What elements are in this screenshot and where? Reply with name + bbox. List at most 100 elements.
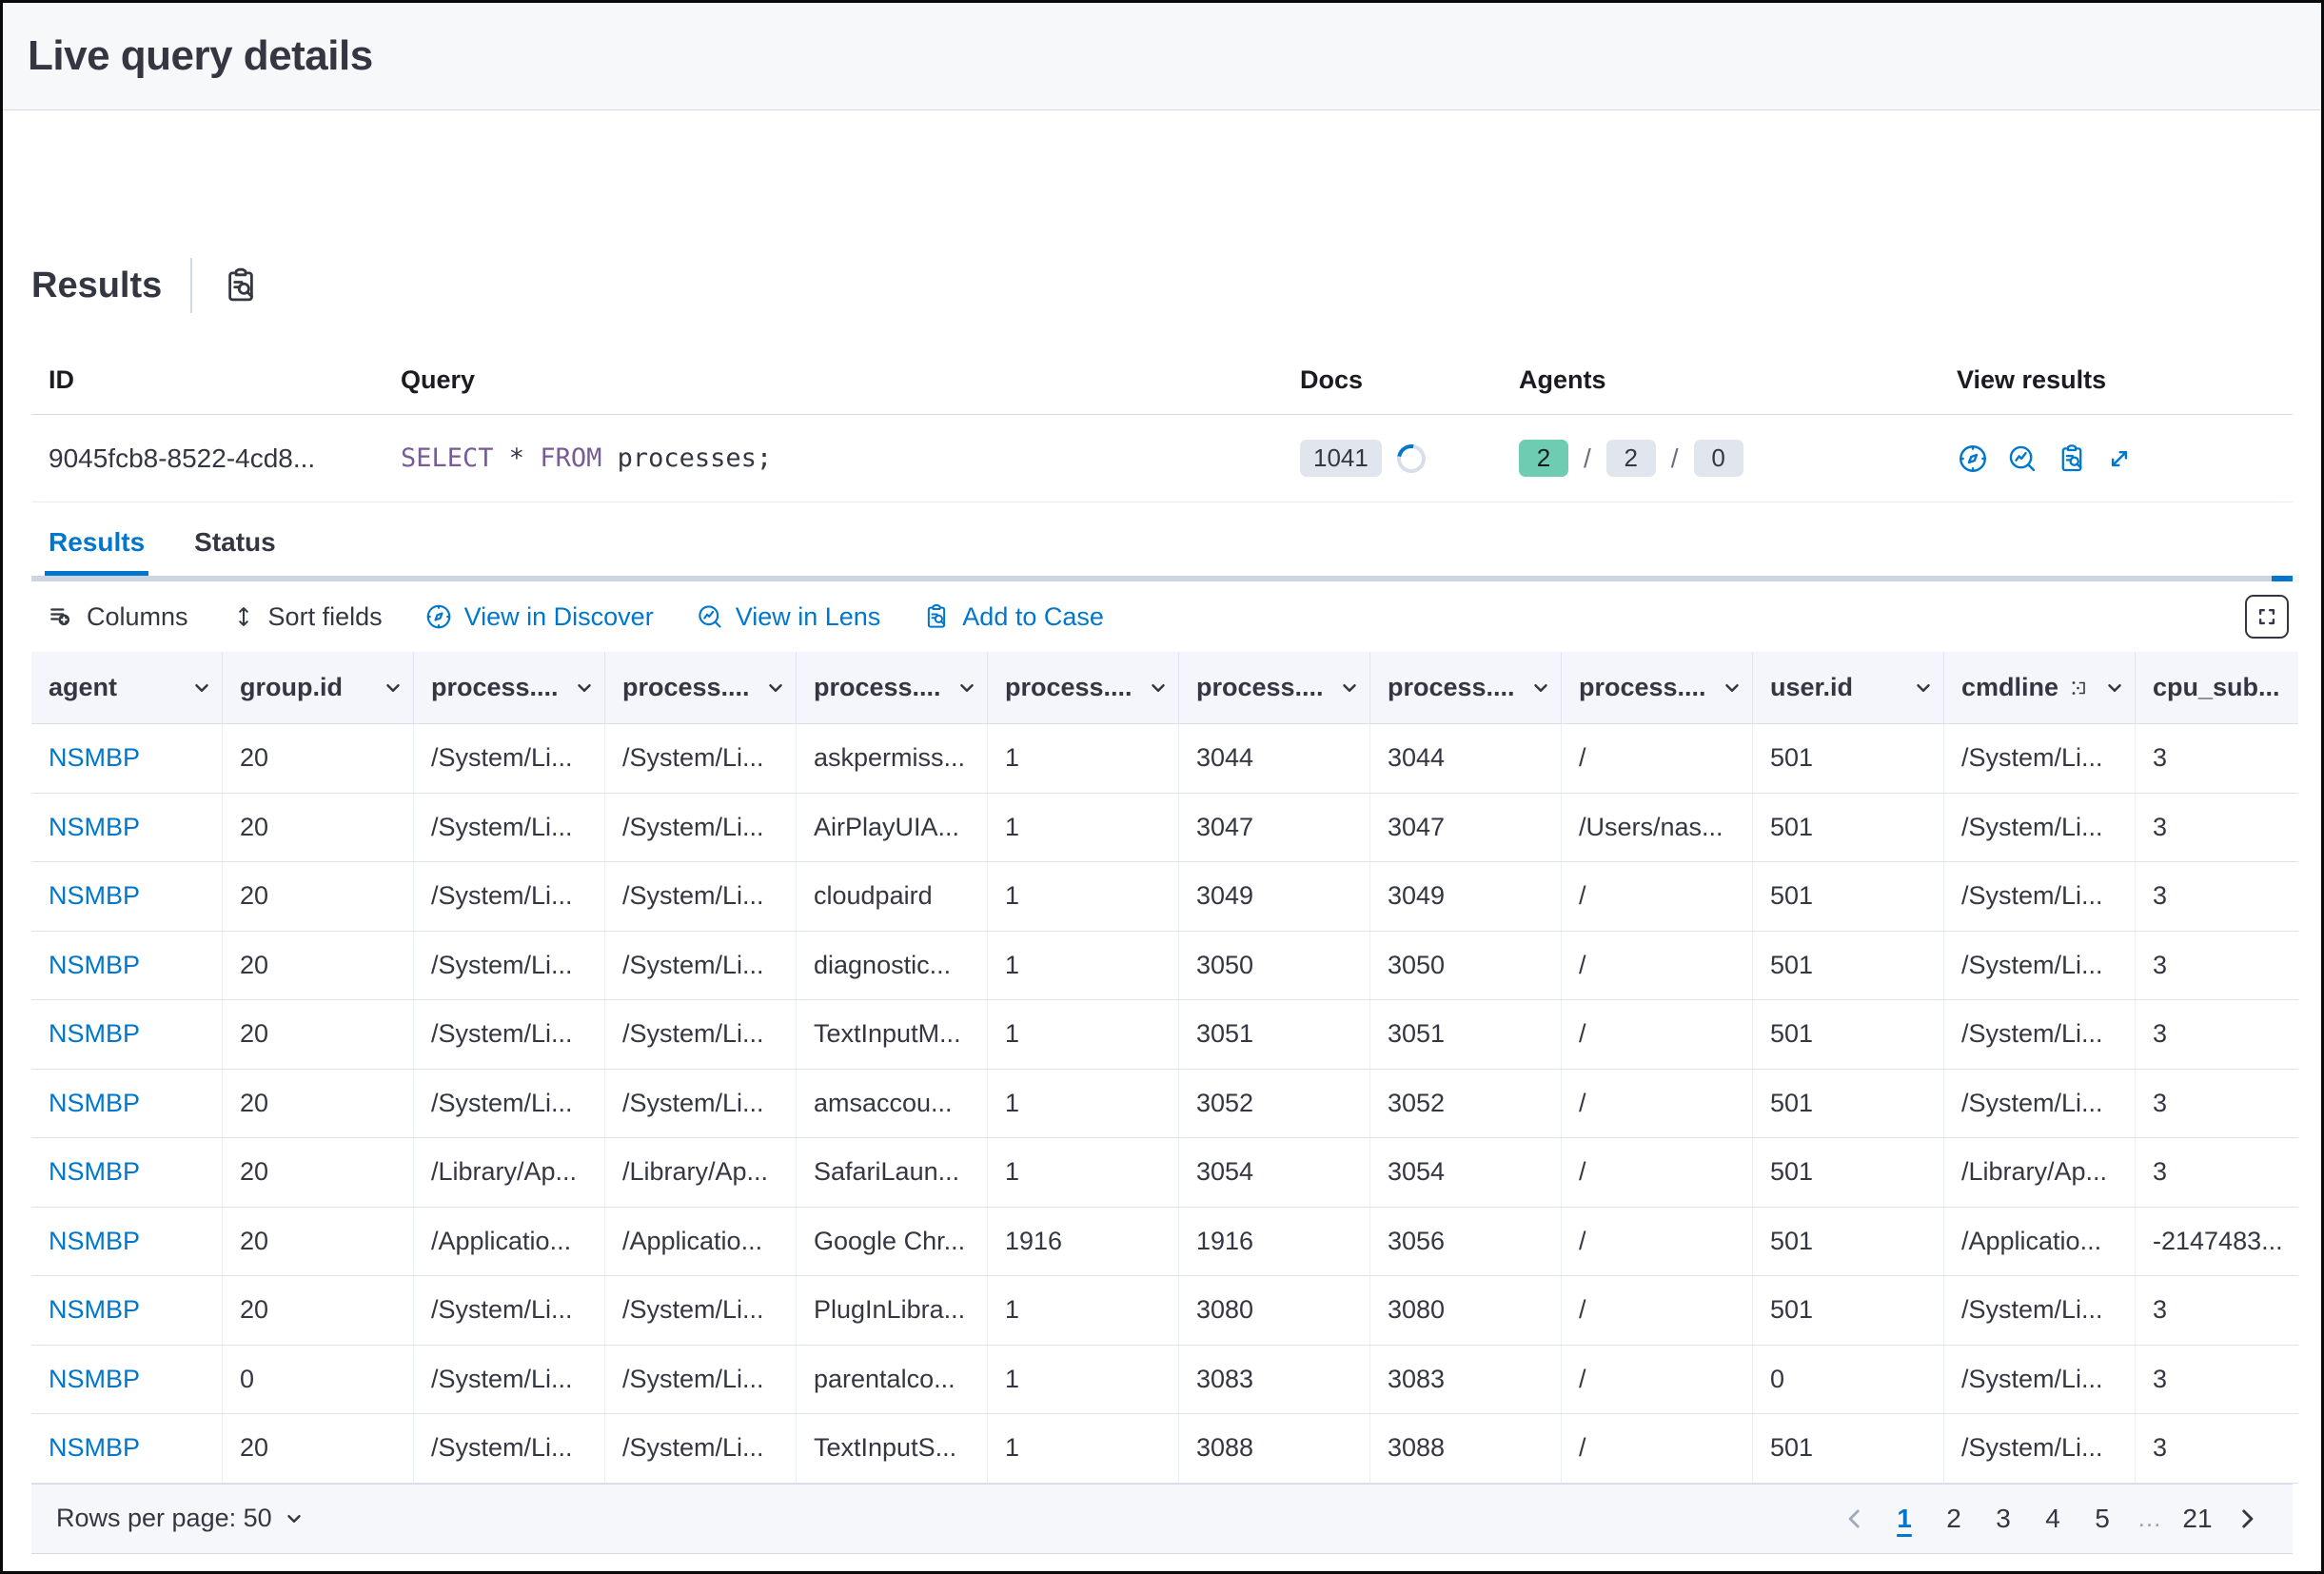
grid-cell[interactable]: TextInputM... <box>797 1000 988 1069</box>
grid-cell[interactable]: 501 <box>1753 932 1944 1000</box>
tab-status[interactable]: Status <box>190 518 280 576</box>
grid-cell[interactable]: 3 <box>2136 932 2298 1000</box>
grid-cell[interactable]: / <box>1562 1000 1753 1069</box>
previous-page-button[interactable] <box>1834 1498 1876 1540</box>
grid-cell[interactable]: /System/Li... <box>414 1346 605 1414</box>
column-header-group.id[interactable]: group.id <box>223 652 414 723</box>
grid-cell[interactable]: 3050 <box>1370 932 1562 1000</box>
agent-link[interactable]: NSMBP <box>49 1227 140 1256</box>
page-button-21[interactable]: 21 <box>2176 1498 2218 1540</box>
grid-cell[interactable]: /System/Li... <box>605 794 797 862</box>
column-header-process....[interactable]: process.... <box>1370 652 1562 723</box>
agent-link[interactable]: NSMBP <box>49 1433 140 1463</box>
grid-cell[interactable]: 3088 <box>1179 1414 1370 1483</box>
tab-results[interactable]: Results <box>45 518 148 576</box>
grid-cell[interactable]: 501 <box>1753 1000 1944 1069</box>
agent-link[interactable]: NSMBP <box>49 813 140 842</box>
grid-cell[interactable]: NSMBP <box>31 862 223 931</box>
grid-cell[interactable]: / <box>1562 932 1753 1000</box>
grid-cell[interactable]: /System/Li... <box>605 1276 797 1345</box>
grid-cell[interactable]: 501 <box>1753 794 1944 862</box>
grid-cell[interactable]: 20 <box>223 724 414 793</box>
grid-cell[interactable]: 3049 <box>1179 862 1370 931</box>
grid-cell[interactable]: /System/Li... <box>605 1414 797 1483</box>
grid-cell[interactable]: 501 <box>1753 1070 1944 1138</box>
grid-cell[interactable]: 3056 <box>1370 1208 1562 1276</box>
grid-cell[interactable]: 3 <box>2136 1276 2298 1345</box>
grid-cell[interactable]: amsaccou... <box>797 1070 988 1138</box>
column-header-process....[interactable]: process.... <box>797 652 988 723</box>
agent-link[interactable]: NSMBP <box>49 881 140 911</box>
grid-cell[interactable]: 3044 <box>1370 724 1562 793</box>
grid-cell[interactable]: 501 <box>1753 724 1944 793</box>
grid-cell[interactable]: 3 <box>2136 794 2298 862</box>
grid-cell[interactable]: /Applicatio... <box>1944 1208 2136 1276</box>
grid-cell[interactable]: 20 <box>223 862 414 931</box>
grid-cell[interactable]: / <box>1562 862 1753 931</box>
grid-cell[interactable]: 1 <box>988 794 1179 862</box>
grid-cell[interactable]: 3051 <box>1179 1000 1370 1069</box>
grid-cell[interactable]: /System/Li... <box>605 1346 797 1414</box>
grid-cell[interactable]: /System/Li... <box>1944 1414 2136 1483</box>
grid-cell[interactable]: 3 <box>2136 1346 2298 1414</box>
grid-cell[interactable]: 1916 <box>988 1208 1179 1276</box>
page-button-4[interactable]: 4 <box>2032 1498 2074 1540</box>
grid-cell[interactable]: 3088 <box>1370 1414 1562 1483</box>
grid-cell[interactable]: /Library/Ap... <box>1944 1138 2136 1207</box>
column-header-process....[interactable]: process.... <box>988 652 1179 723</box>
grid-cell[interactable]: parentalco... <box>797 1346 988 1414</box>
grid-cell[interactable]: 3044 <box>1179 724 1370 793</box>
grid-cell[interactable]: 3 <box>2136 1000 2298 1069</box>
page-button-2[interactable]: 2 <box>1933 1498 1975 1540</box>
grid-cell[interactable]: /Library/Ap... <box>414 1138 605 1207</box>
fullscreen-button[interactable] <box>2245 595 2289 639</box>
grid-cell[interactable]: 501 <box>1753 862 1944 931</box>
grid-cell[interactable]: AirPlayUIA... <box>797 794 988 862</box>
grid-cell[interactable]: 20 <box>223 1070 414 1138</box>
agent-link[interactable]: NSMBP <box>49 1295 140 1325</box>
grid-cell[interactable]: cloudpaird <box>797 862 988 931</box>
grid-cell[interactable]: /System/Li... <box>605 1070 797 1138</box>
grid-cell[interactable]: /System/Li... <box>1944 1070 2136 1138</box>
grid-cell[interactable]: 20 <box>223 1276 414 1345</box>
grid-cell[interactable]: NSMBP <box>31 794 223 862</box>
grid-cell[interactable]: 3052 <box>1370 1070 1562 1138</box>
agent-link[interactable]: NSMBP <box>49 951 140 980</box>
grid-cell[interactable]: /System/Li... <box>1944 1000 2136 1069</box>
grid-cell[interactable]: /System/Li... <box>414 794 605 862</box>
grid-cell[interactable]: -2147483... <box>2136 1208 2298 1276</box>
grid-cell[interactable]: 1 <box>988 932 1179 1000</box>
grid-cell[interactable]: 501 <box>1753 1414 1944 1483</box>
grid-cell[interactable]: 0 <box>223 1346 414 1414</box>
grid-cell[interactable]: 3 <box>2136 1138 2298 1207</box>
grid-cell[interactable]: /System/Li... <box>1944 794 2136 862</box>
grid-cell[interactable]: 3 <box>2136 1070 2298 1138</box>
column-header-process....[interactable]: process.... <box>1562 652 1753 723</box>
grid-cell[interactable]: SafariLaun... <box>797 1138 988 1207</box>
grid-cell[interactable]: 3050 <box>1179 932 1370 1000</box>
page-button-5[interactable]: 5 <box>2081 1498 2123 1540</box>
agent-link[interactable]: NSMBP <box>49 1089 140 1118</box>
grid-cell[interactable]: /Library/Ap... <box>605 1138 797 1207</box>
agent-link[interactable]: NSMBP <box>49 1157 140 1187</box>
grid-cell[interactable]: NSMBP <box>31 1276 223 1345</box>
column-header-cpu_sub...[interactable]: cpu_sub... <box>2136 652 2298 723</box>
grid-cell[interactable]: 1 <box>988 1276 1179 1345</box>
columns-button[interactable]: Columns <box>47 602 188 632</box>
grid-cell[interactable]: /System/Li... <box>605 932 797 1000</box>
grid-cell[interactable]: 501 <box>1753 1208 1944 1276</box>
grid-cell[interactable]: askpermiss... <box>797 724 988 793</box>
add-to-case-icon-button[interactable] <box>2056 443 2088 475</box>
inspect-button[interactable] <box>221 266 261 305</box>
grid-cell[interactable]: 3054 <box>1370 1138 1562 1207</box>
view-in-lens-button[interactable]: View in Lens <box>696 602 881 632</box>
grid-cell[interactable]: NSMBP <box>31 724 223 793</box>
agent-link[interactable]: NSMBP <box>49 1365 140 1394</box>
grid-cell[interactable]: / <box>1562 1070 1753 1138</box>
grid-cell[interactable]: NSMBP <box>31 1414 223 1483</box>
grid-cell[interactable]: 3080 <box>1179 1276 1370 1345</box>
grid-cell[interactable]: 0 <box>1753 1346 1944 1414</box>
grid-cell[interactable]: 3083 <box>1370 1346 1562 1414</box>
grid-cell[interactable]: /System/Li... <box>414 1070 605 1138</box>
grid-cell[interactable]: 3 <box>2136 724 2298 793</box>
